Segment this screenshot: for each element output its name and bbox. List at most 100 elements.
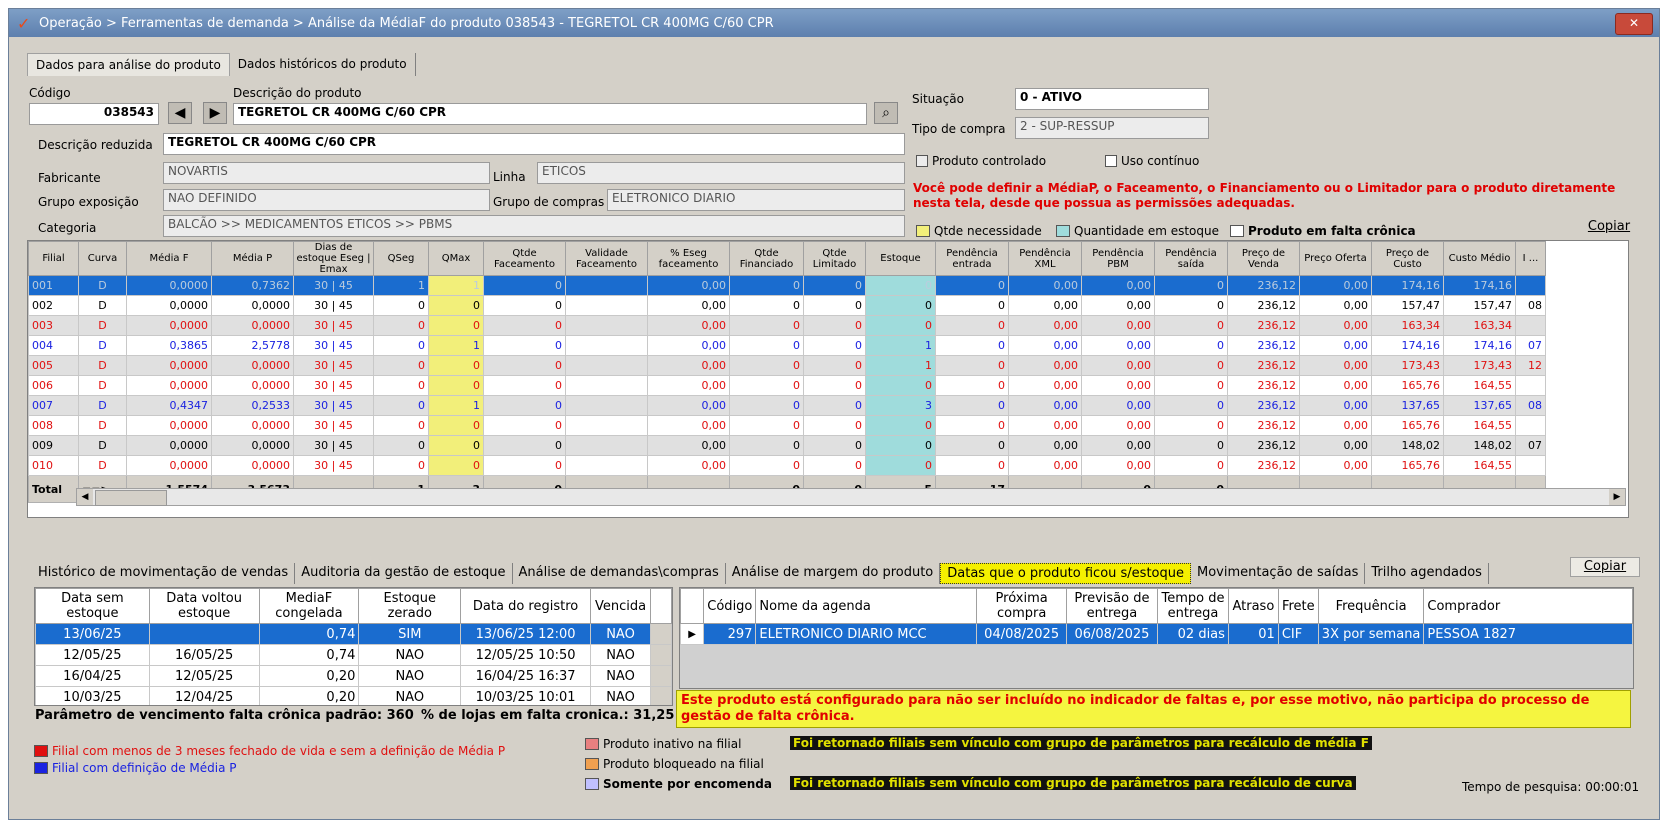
tab-analise-demandas[interactable]: Análise de demandas\compras — [513, 563, 726, 584]
column-header[interactable]: Código — [703, 588, 757, 624]
table-row[interactable]: 003 D 0,0000 0,0000 30 | 45 0 0 0 0,00 0 0 0 0 0,00 0,… — [28, 315, 1546, 336]
column-header[interactable]: MediaF congelada — [258, 588, 360, 624]
tab-datas-sem-estoque[interactable]: Datas que o produto ficou s/estoque — [940, 563, 1191, 584]
table-cell: 0,20 — [258, 686, 360, 705]
tab-movimentacao-saidas[interactable]: Movimentação de saídas — [1191, 563, 1366, 584]
produto-controlado-checkbox[interactable]: Produto controlado — [916, 154, 1046, 168]
agenda-grid[interactable]: Código Nome da agenda Próxima compra Previs… — [679, 587, 1634, 689]
column-header[interactable]: Pendência entrada — [935, 241, 1009, 276]
table-cell: 0,00 — [1081, 315, 1155, 336]
scroll-thumb[interactable] — [95, 490, 167, 506]
table-row[interactable]: 001 D 0,0000 0,7362 30 | 45 1 1 0 0,00 0 0 0 0 0,00 0,… — [28, 275, 1546, 296]
situacao-field[interactable]: 0 - ATIVO — [1015, 88, 1209, 110]
table-row[interactable]: 009 D 0,0000 0,0000 30 | 45 0 0 0 0,00 0 0 0 0 0,00 0,… — [28, 435, 1546, 456]
tab-analise-margem[interactable]: Análise de margem do produto — [726, 563, 941, 584]
table-cell: 0 — [935, 315, 1009, 336]
fabricante-label: Fabricante — [38, 171, 101, 185]
table-row[interactable]: 13/06/25 0,74 SIM 13/06/25 12:00 NAO — [35, 623, 672, 645]
table-cell — [565, 455, 648, 476]
search-icon[interactable]: ⌕ — [874, 102, 898, 124]
column-header[interactable]: Preço de Custo — [1371, 241, 1444, 276]
copy-bottom-button[interactable]: Copiar — [1570, 557, 1640, 577]
table-cell — [1515, 415, 1546, 436]
column-header[interactable]: Validade Faceamento — [565, 241, 648, 276]
table-row[interactable]: 008 D 0,0000 0,0000 30 | 45 0 0 0 0,00 0 0 0 0 0,00 0,… — [28, 415, 1546, 436]
column-header[interactable]: Custo Médio — [1443, 241, 1516, 276]
fabricante-field[interactable]: NOVARTIS — [163, 162, 490, 184]
column-header[interactable]: Vencida — [590, 588, 652, 624]
column-header[interactable]: Dias de estoque Eseg | Emax — [293, 241, 374, 276]
column-header[interactable]: Preço de Venda — [1227, 241, 1300, 276]
scrollbar-cell — [650, 686, 672, 705]
column-header[interactable]: Pendência saída — [1154, 241, 1228, 276]
descricao-reduzida-field[interactable]: TEGRETOL CR 400MG C/60 CPR — [163, 133, 905, 155]
tab-dados-historicos[interactable]: Dados históricos do produto — [229, 53, 416, 76]
column-header[interactable]: Filial — [28, 241, 79, 276]
table-row[interactable]: ▶ 297 ELETRONICO DIARIO MCC 04/08/2025 06/08… — [680, 623, 1633, 645]
stock-dates-grid[interactable]: Data sem estoque Data voltou estoque Media… — [34, 587, 673, 706]
table-cell: 0 — [803, 335, 866, 356]
column-header[interactable]: Frequência — [1317, 588, 1425, 624]
column-header[interactable]: Qtde Limitado — [803, 241, 866, 276]
column-header[interactable]: Nome da agenda — [755, 588, 978, 624]
linha-field[interactable]: ETICOS — [537, 162, 905, 184]
column-header[interactable]: I ... — [1515, 241, 1546, 276]
column-header[interactable]: Previsão de entrega — [1065, 588, 1159, 624]
tab-historico-vendas[interactable]: Histórico de movimentação de vendas — [32, 563, 296, 584]
tab-auditoria-estoque[interactable]: Auditoria da gestão de estoque — [295, 563, 513, 584]
grupo-exposicao-field[interactable]: NAO DEFINIDO — [163, 189, 490, 211]
column-header[interactable]: Preço Oferta — [1299, 241, 1372, 276]
uso-continuo-checkbox[interactable]: Uso contínuo — [1105, 154, 1199, 168]
column-header[interactable]: Média P — [211, 241, 294, 276]
codigo-field[interactable]: 038543 — [29, 103, 159, 125]
descricao-field[interactable]: TEGRETOL CR 400MG C/60 CPR — [233, 103, 867, 125]
column-header[interactable]: Data do registro — [460, 588, 592, 624]
column-header[interactable]: Estoque — [865, 241, 936, 276]
table-cell: 0,00 — [647, 275, 730, 296]
table-row[interactable]: 010 D 0,0000 0,0000 30 | 45 0 0 0 0,00 0 0 0 0 0,00 0,… — [28, 455, 1546, 476]
table-row[interactable]: 12/05/25 16/05/25 0,74 NAO 12/05/25 10:50 NAO — [35, 644, 672, 666]
column-header[interactable]: QSeg — [373, 241, 429, 276]
tab-dados-analise[interactable]: Dados para análise do produto — [27, 53, 230, 76]
categoria-field[interactable]: BALCÃO >> MEDICAMENTOS ETICOS >> PBMS — [163, 215, 905, 237]
main-grid[interactable]: Filial Curva Média F Média P Dias de estoque… — [27, 240, 1629, 518]
column-header[interactable]: Data sem estoque — [35, 588, 150, 624]
column-header[interactable]: Tempo de entrega — [1157, 588, 1229, 624]
grupo-compras-field[interactable]: ELETRONICO DIARIO — [607, 189, 905, 211]
column-header[interactable]: QMax — [428, 241, 484, 276]
table-row[interactable]: 005 D 0,0000 0,0000 30 | 45 0 0 0 0,00 0 0 1 0 0,00 0,… — [28, 355, 1546, 376]
scroll-right-icon[interactable]: ▶ — [1609, 489, 1625, 505]
column-header[interactable]: Próxima compra — [976, 588, 1067, 624]
table-cell: 0 — [373, 295, 429, 316]
table-row[interactable]: 10/03/25 12/04/25 0,20 NAO 10/03/25 10:01 NAO — [35, 686, 672, 705]
table-row[interactable]: 006 D 0,0000 0,0000 30 | 45 0 0 0 0,00 0 0 0 0 0,00 0,… — [28, 375, 1546, 396]
column-header[interactable]: Estoque zerado — [358, 588, 462, 624]
table-row[interactable]: 16/04/25 12/05/25 0,20 NAO 16/04/25 16:37 NAO — [35, 665, 672, 687]
column-header[interactable]: Pendência XML — [1008, 241, 1082, 276]
column-header[interactable]: % Eseg faceamento — [647, 241, 730, 276]
column-header[interactable]: Qtde Financiado — [729, 241, 804, 276]
scrollbar-cell — [650, 623, 672, 645]
table-cell: 236,12 — [1227, 415, 1300, 436]
tab-trilho-agendados[interactable]: Trilho agendados — [1365, 563, 1489, 584]
column-header[interactable]: Média F — [126, 241, 212, 276]
table-row[interactable]: 002 D 0,0000 0,0000 30 | 45 0 0 0 0,00 0 0 0 0 0,00 0,… — [28, 295, 1546, 316]
column-header[interactable]: Frete — [1277, 588, 1319, 624]
column-header[interactable]: Comprador — [1423, 588, 1633, 624]
horizontal-scrollbar[interactable]: ◀ ▶ — [76, 488, 1626, 506]
column-header[interactable]: Data voltou estoque — [148, 588, 260, 624]
table-cell: 164,55 — [1443, 415, 1516, 436]
grupo-compras-label: Grupo de compras — [493, 195, 605, 209]
table-row[interactable]: 007 D 0,4347 0,2533 30 | 45 0 1 0 0,00 0 0 3 0 0,00 0,… — [28, 395, 1546, 416]
copy-top-button[interactable]: Copiar — [1586, 218, 1632, 238]
table-row[interactable]: 004 D 0,3865 2,5778 30 | 45 0 1 0 0,00 0 0 1 0 0,00 0,… — [28, 335, 1546, 356]
next-arrow-icon[interactable]: ▶ — [203, 102, 227, 124]
close-button[interactable]: ✕ — [1615, 13, 1653, 35]
column-header[interactable]: Atraso — [1227, 588, 1279, 624]
tipo-compra-field[interactable]: 2 - SUP-RESSUP — [1015, 117, 1209, 139]
column-header[interactable]: Curva — [78, 241, 127, 276]
scroll-left-icon[interactable]: ◀ — [77, 489, 93, 505]
column-header[interactable]: Qtde Faceamento — [483, 241, 566, 276]
column-header[interactable]: Pendência PBM — [1081, 241, 1155, 276]
previous-arrow-icon[interactable]: ◀ — [168, 102, 192, 124]
